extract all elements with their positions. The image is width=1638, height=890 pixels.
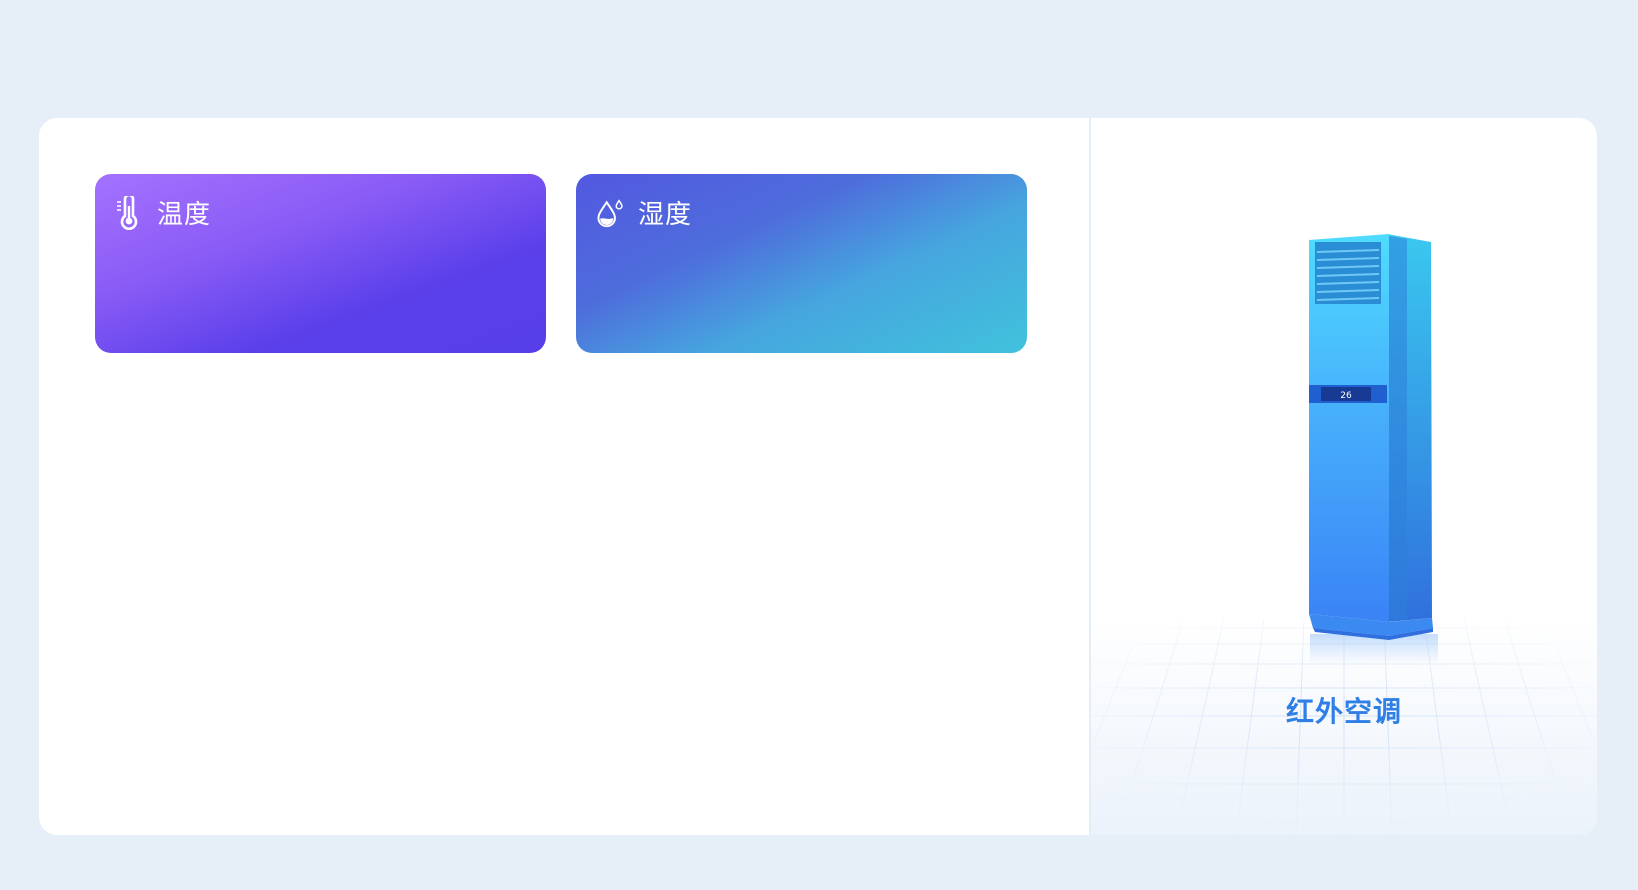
humidity-label: 湿度 xyxy=(638,200,693,230)
device-panel: 26 红外空调 xyxy=(1091,118,1597,835)
air-conditioner-image: 26 xyxy=(1309,234,1438,664)
temperature-card[interactable]: 温度 xyxy=(95,174,546,353)
temperature-label: 温度 xyxy=(157,200,212,230)
humidity-card[interactable]: 湿度 xyxy=(576,174,1027,353)
main-card: 温度 湿度 26 红外空调 xyxy=(39,118,1597,835)
thermometer-icon xyxy=(115,195,143,230)
temperature-card-header: 温度 xyxy=(115,194,211,231)
humidity-card-header: 湿度 xyxy=(596,194,692,231)
device-name: 红外空调 xyxy=(1285,695,1402,728)
ac-display-value: 26 xyxy=(1340,391,1352,401)
water-drop-icon xyxy=(596,196,624,230)
